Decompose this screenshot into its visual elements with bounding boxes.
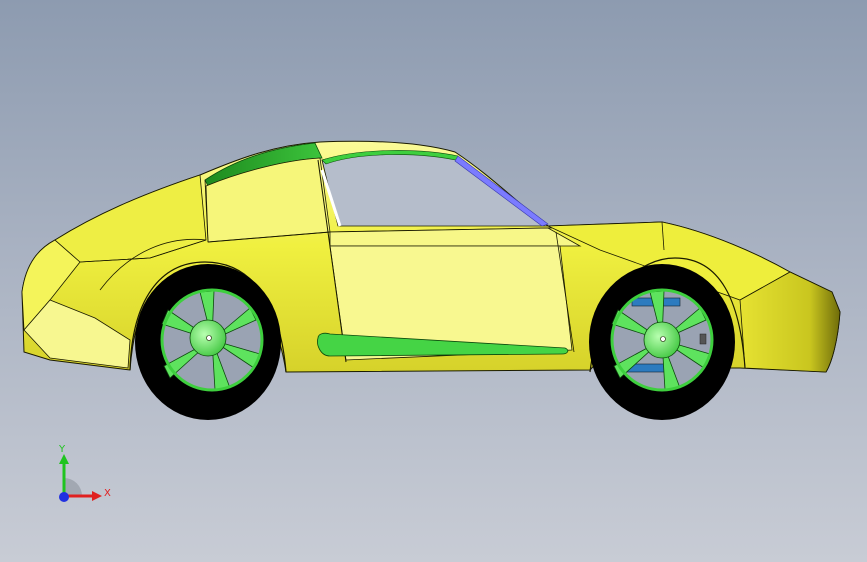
rear-wheel <box>589 264 735 420</box>
reference-triad: Y X <box>58 444 111 502</box>
graphics-viewport[interactable]: Y X <box>0 0 867 562</box>
y-axis-label: Y <box>58 444 66 455</box>
rear-suspension-part <box>699 333 707 345</box>
front-hub-center <box>206 335 212 341</box>
side-window <box>321 152 550 227</box>
front-wheel <box>135 264 281 420</box>
x-axis-arrow <box>92 491 102 501</box>
rear-hub-center <box>660 336 666 342</box>
z-axis-dot <box>59 492 69 502</box>
x-axis-label: X <box>104 488 111 499</box>
car-model[interactable] <box>0 0 867 562</box>
y-axis-arrow <box>59 454 69 464</box>
